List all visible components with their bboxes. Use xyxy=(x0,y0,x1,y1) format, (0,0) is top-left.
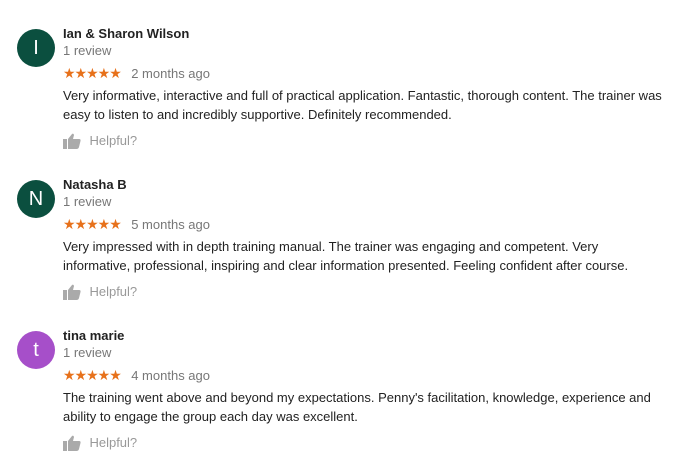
helpful-button[interactable]: Helpful? xyxy=(63,132,137,150)
helpful-button[interactable]: Helpful? xyxy=(63,283,137,301)
avatar[interactable]: I xyxy=(17,29,55,67)
reviewer-review-count: 1 review xyxy=(63,194,112,209)
review-card: I Ian & Sharon Wilson 1 review ★★★★★ 2 m… xyxy=(0,0,678,150)
rating-row: ★★★★★ 2 months ago xyxy=(63,65,210,82)
reviewer-name[interactable]: Ian & Sharon Wilson xyxy=(63,26,189,41)
star-rating: ★★★★★ xyxy=(63,367,122,384)
reviewer-review-count: 1 review xyxy=(63,345,112,360)
rating-row: ★★★★★ 5 months ago xyxy=(63,216,210,233)
avatar[interactable]: t xyxy=(17,331,55,369)
star-rating: ★★★★★ xyxy=(63,65,122,82)
thumbs-up-icon xyxy=(63,435,81,451)
star-rating: ★★★★★ xyxy=(63,216,122,233)
thumbs-up-icon xyxy=(63,133,81,149)
thumbs-up-icon xyxy=(63,284,81,300)
reviewer-name[interactable]: Natasha B xyxy=(63,177,127,192)
review-card: N Natasha B 1 review ★★★★★ 5 months ago … xyxy=(0,151,678,301)
avatar[interactable]: N xyxy=(17,180,55,218)
helpful-label: Helpful? xyxy=(89,133,138,149)
reviews-list: I Ian & Sharon Wilson 1 review ★★★★★ 2 m… xyxy=(0,0,678,460)
helpful-button[interactable]: Helpful? xyxy=(63,434,137,452)
review-text: The training went above and beyond my ex… xyxy=(63,390,651,424)
helpful-label: Helpful? xyxy=(89,435,138,451)
reviewer-review-count: 1 review xyxy=(63,43,112,58)
review-text: Very impressed with in depth training ma… xyxy=(63,239,629,273)
review-date: 5 months ago xyxy=(131,217,210,233)
review-date: 2 months ago xyxy=(131,66,210,82)
reviewer-name[interactable]: tina marie xyxy=(63,328,124,343)
helpful-label: Helpful? xyxy=(89,284,138,300)
rating-row: ★★★★★ 4 months ago xyxy=(63,367,210,384)
review-date: 4 months ago xyxy=(131,368,210,384)
review-text: Very informative, interactive and full o… xyxy=(63,88,662,122)
review-card: t tina marie 1 review ★★★★★ 4 months ago… xyxy=(0,302,678,452)
